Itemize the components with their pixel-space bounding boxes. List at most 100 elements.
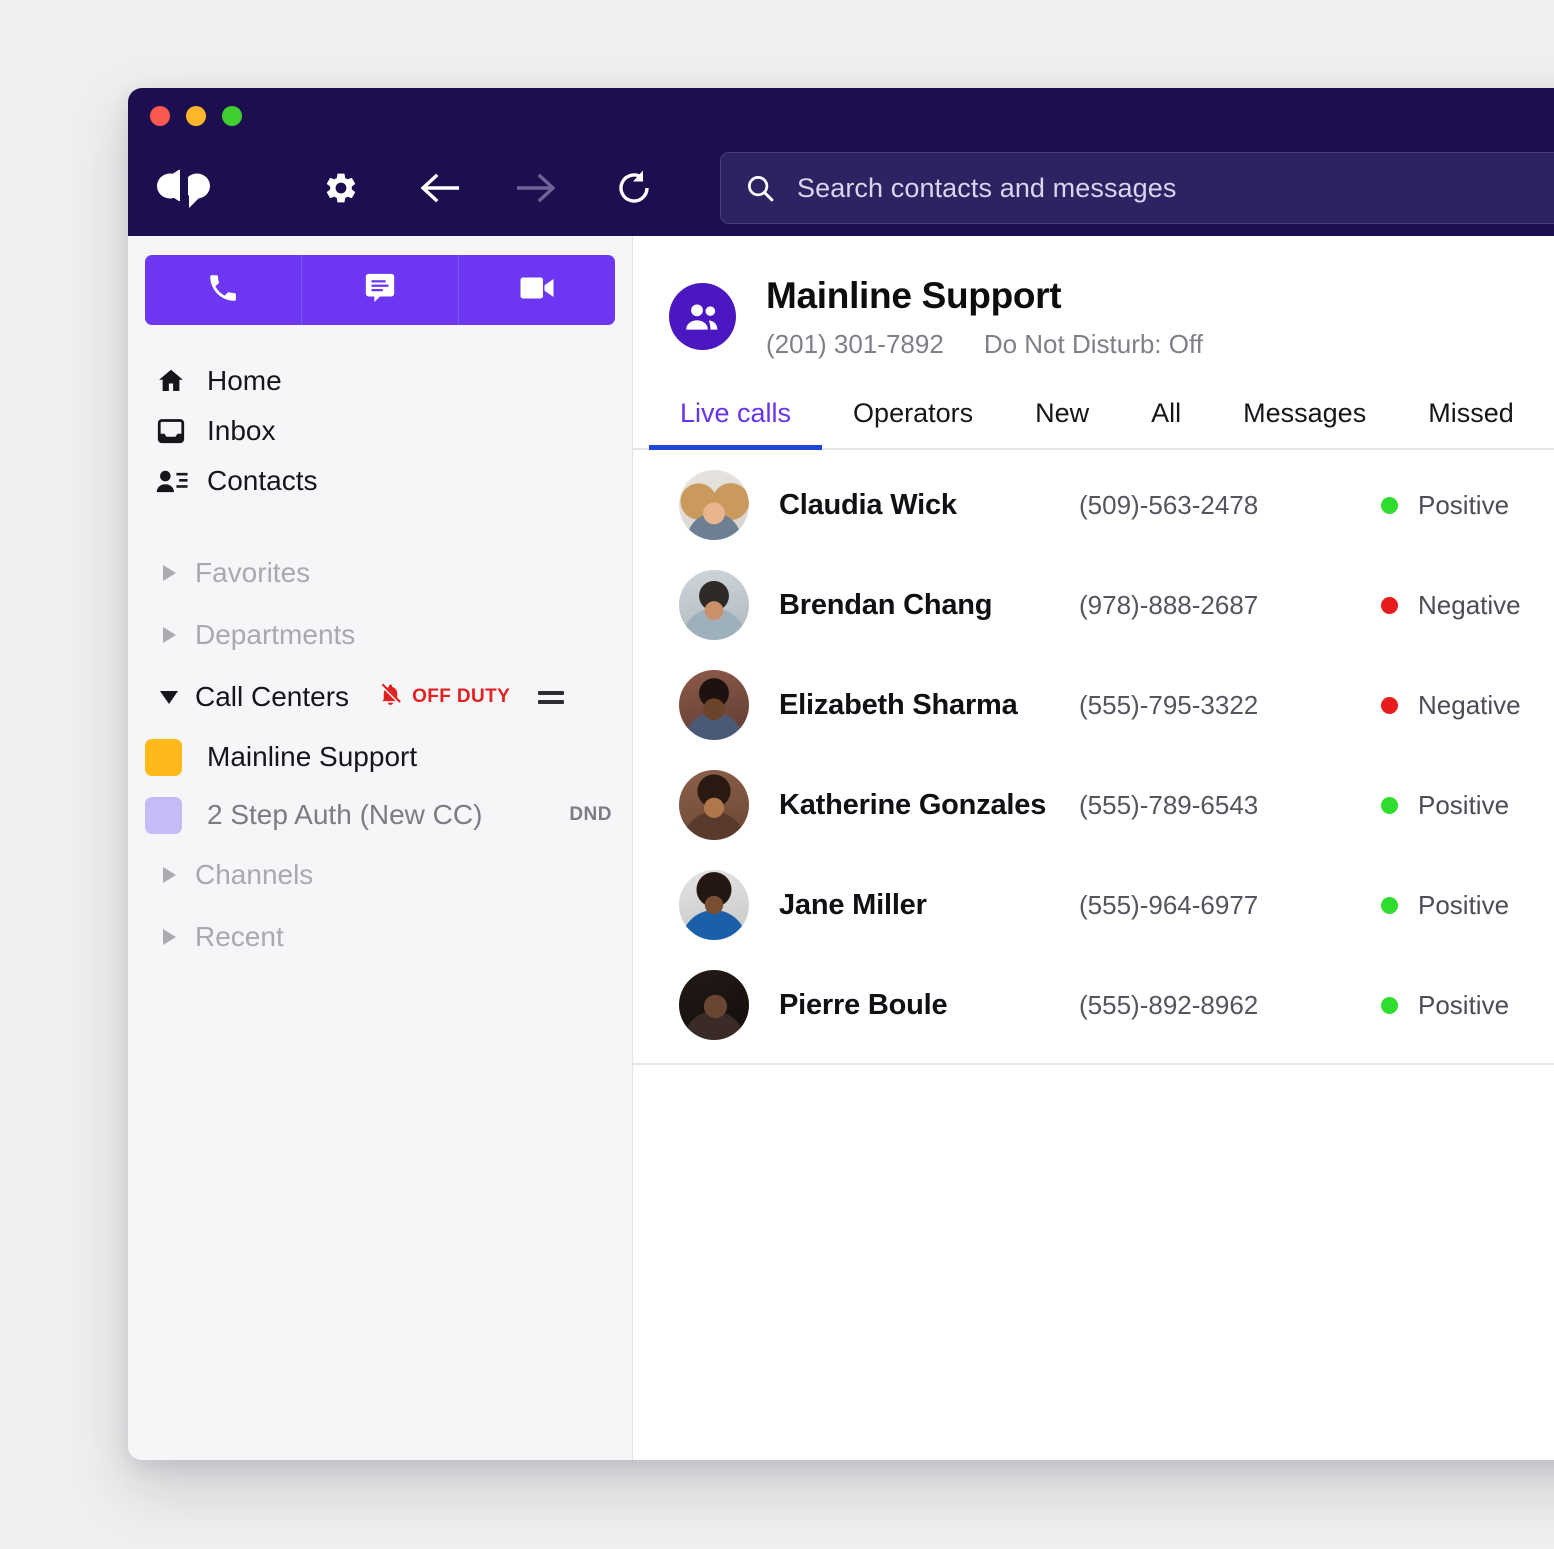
off-duty-label: OFF DUTY — [412, 686, 511, 707]
title-bar: Search contacts and messages — [128, 88, 1554, 236]
off-duty-badge[interactable]: OFF DUTY — [378, 682, 510, 712]
phone-icon — [206, 271, 240, 310]
sidebar-item-label: Mainline Support — [207, 741, 418, 772]
sidebar-item-2-step-auth[interactable]: 2 Step Auth (New CC) DND — [128, 786, 632, 844]
call-button[interactable] — [145, 255, 302, 325]
table-row[interactable]: Katherine Gonzales (555)-789-6543 Positi… — [633, 755, 1554, 855]
sidebar-group-favorites[interactable]: Favorites — [128, 542, 632, 604]
caller-phone: (555)-789-6543 — [1079, 789, 1259, 820]
sidebar-tree: Favorites Departments Call Centers OFF D… — [128, 542, 632, 968]
sidebar-group-departments[interactable]: Departments — [128, 604, 632, 666]
caller-name: Katherine Gonzales — [779, 788, 1047, 821]
home-icon — [156, 366, 188, 396]
status-badge: Positive — [1381, 990, 1509, 1021]
caller-phone: (978)-888-2687 — [1079, 589, 1259, 620]
application-window: Search contacts and messages Home Inbox … — [128, 88, 1554, 1460]
page-title: Mainline Support — [766, 275, 1062, 316]
sidebar-group-label: Departments — [195, 619, 356, 650]
sidebar-group-recent[interactable]: Recent — [128, 906, 632, 968]
caller-phone: (555)-795-3322 — [1079, 689, 1259, 720]
status-dot — [1381, 796, 1398, 814]
sidebar-group-call-centers[interactable]: Call Centers OFF DUTY — [128, 666, 632, 728]
window-controls — [150, 106, 242, 126]
screenshot-stage: Search contacts and messages Home Inbox … — [0, 0, 1554, 1549]
tab-new[interactable]: New — [1004, 398, 1120, 448]
color-swatch — [145, 738, 182, 776]
avatar — [679, 470, 749, 540]
toolbar: Search contacts and messages — [128, 140, 1554, 236]
sidebar-group-label: Channels — [195, 859, 314, 890]
sidebar-item-inbox[interactable]: Inbox — [128, 406, 632, 456]
status-label: Positive — [1418, 889, 1510, 920]
avatar — [679, 970, 749, 1040]
bell-off-icon — [378, 682, 403, 712]
inbox-icon — [156, 416, 188, 446]
sidebar-item-label: 2 Step Auth (New CC) — [207, 799, 483, 830]
sidebar-group-label: Call Centers — [195, 681, 350, 712]
sidebar-item-home[interactable]: Home — [128, 356, 632, 406]
status-label: Positive — [1418, 489, 1510, 520]
sidebar-group-channels[interactable]: Channels — [128, 844, 632, 906]
tab-messages[interactable]: Messages — [1212, 398, 1397, 448]
status-dot — [1381, 696, 1398, 714]
caller-name: Claudia Wick — [779, 488, 957, 521]
tab-live-calls[interactable]: Live calls — [649, 398, 823, 450]
avatar — [679, 870, 749, 940]
channel-meta: Mainline Support (201) 301-7892 Do Not D… — [766, 275, 1203, 360]
sidebar-item-label: Inbox — [207, 415, 276, 446]
table-row[interactable]: Elizabeth Sharma (555)-795-3322 Negative — [633, 655, 1554, 755]
dnd-badge: DND — [569, 804, 612, 825]
sidebar: Home Inbox Contacts Favorites Department… — [128, 236, 633, 1460]
table-row[interactable]: Brendan Chang (978)-888-2687 Negative — [633, 555, 1554, 655]
chevron-right-icon — [158, 867, 180, 883]
main-content: Mainline Support (201) 301-7892 Do Not D… — [633, 236, 1554, 1460]
chevron-right-icon — [158, 929, 180, 945]
table-row[interactable]: Jane Miller (555)-964-6977 Positive — [633, 855, 1554, 955]
status-dot — [1381, 996, 1398, 1014]
caller-phone: (509)-563-2478 — [1079, 489, 1259, 520]
sidebar-item-contacts[interactable]: Contacts — [128, 456, 632, 506]
search-placeholder: Search contacts and messages — [797, 172, 1177, 203]
tab-missed[interactable]: Missed — [1397, 398, 1545, 448]
back-arrow-icon[interactable] — [409, 158, 469, 218]
status-badge: Negative — [1381, 590, 1521, 621]
video-button[interactable] — [459, 255, 615, 325]
status-badge: Positive — [1381, 790, 1509, 821]
search-input[interactable]: Search contacts and messages — [720, 152, 1554, 224]
avatar — [679, 670, 749, 740]
tab-bar: Live calls Operators New All Messages Mi… — [633, 398, 1554, 450]
sidebar-item-mainline-support[interactable]: Mainline Support — [128, 728, 632, 786]
sidebar-group-label: Recent — [195, 921, 284, 952]
message-button[interactable] — [302, 255, 459, 325]
table-row[interactable]: Claudia Wick (509)-563-2478 Positive — [633, 455, 1554, 555]
status-badge: Positive — [1381, 890, 1509, 921]
color-swatch — [145, 796, 182, 834]
tab-all[interactable]: All — [1120, 398, 1212, 448]
maximize-window-button[interactable] — [222, 106, 242, 126]
chevron-right-icon — [158, 565, 180, 581]
table-row[interactable]: Pierre Boule (555)-892-8962 Positive — [633, 955, 1554, 1055]
caller-phone: (555)-964-6977 — [1079, 889, 1259, 920]
channel-subtitle: (201) 301-7892 Do Not Disturb: Off — [766, 329, 1203, 360]
status-dot — [1381, 596, 1398, 614]
drag-handle-icon[interactable] — [538, 690, 565, 704]
channel-phone: (201) 301-7892 — [766, 329, 944, 359]
chat-icon — [363, 271, 397, 310]
tab-operators[interactable]: Operators — [822, 398, 1004, 448]
caller-name: Brendan Chang — [779, 588, 993, 621]
avatar — [679, 770, 749, 840]
settings-gear-icon[interactable] — [311, 158, 371, 218]
minimize-window-button[interactable] — [186, 106, 206, 126]
status-badge: Positive — [1381, 490, 1509, 521]
primary-navigation: Home Inbox Contacts — [128, 356, 632, 506]
reload-icon[interactable] — [605, 158, 665, 218]
close-window-button[interactable] — [150, 106, 170, 126]
chevron-right-icon — [158, 627, 180, 643]
status-label: Negative — [1418, 589, 1521, 620]
status-label: Negative — [1418, 689, 1521, 720]
status-label: Positive — [1418, 789, 1510, 820]
caller-phone: (555)-892-8962 — [1079, 989, 1259, 1020]
group-people-icon — [669, 283, 736, 350]
list-divider — [633, 1063, 1554, 1065]
forward-arrow-icon[interactable] — [507, 158, 567, 218]
